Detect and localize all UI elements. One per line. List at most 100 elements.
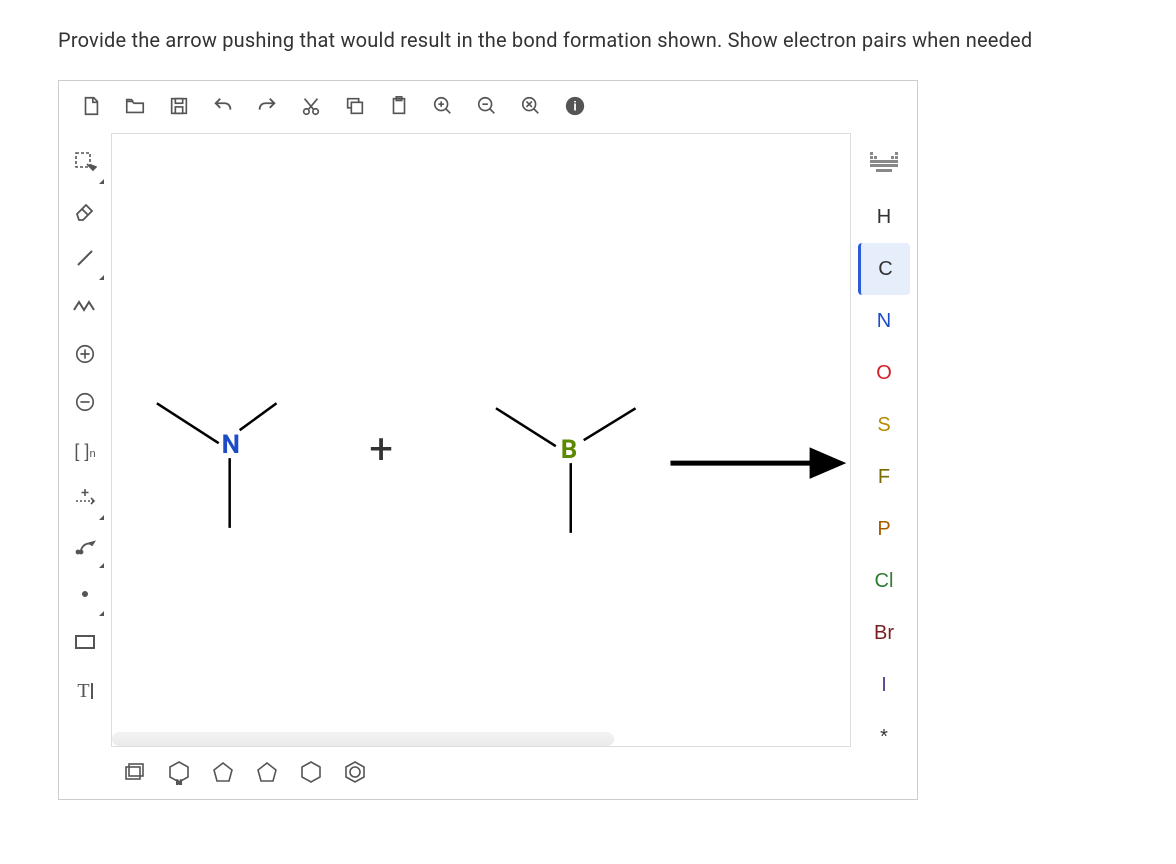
drawing-canvas[interactable]: N + B <box>111 133 851 747</box>
left-toolbar: [ ]n T <box>59 133 111 799</box>
erase-tool-button[interactable] <box>63 187 107 235</box>
plus-symbol: + <box>369 425 393 474</box>
rect-icon <box>74 633 96 654</box>
element-label: N <box>877 310 891 333</box>
element-S-button[interactable]: S <box>858 399 910 451</box>
hexagon-icon <box>299 760 323 787</box>
element-Cl-button[interactable]: Cl <box>858 555 910 607</box>
zoom-out-icon <box>476 95 498 120</box>
cyclopentadiene-template-button[interactable] <box>205 755 241 791</box>
radical-tool-button[interactable] <box>63 571 107 619</box>
element-label: C <box>878 258 892 281</box>
zoom-in-button[interactable] <box>425 89 461 125</box>
circle-plus-icon <box>74 343 96 368</box>
templates-button[interactable] <box>117 755 153 791</box>
copy-button[interactable] <box>337 89 373 125</box>
pentagon-icon <box>255 760 279 787</box>
charge-minus-button[interactable] <box>63 379 107 427</box>
circle-minus-icon <box>74 391 96 416</box>
canvas-svg: N + B <box>112 134 850 747</box>
marquee-icon <box>73 150 97 177</box>
new-doc-icon <box>80 95 102 120</box>
cyclopentadiene-icon <box>211 760 235 787</box>
reaction-plus-button[interactable] <box>63 475 107 523</box>
info-icon: i <box>564 95 586 120</box>
undo-icon <box>212 95 234 120</box>
bracket-tool-button[interactable]: [ ]n <box>63 427 107 475</box>
svg-text:N: N <box>176 779 182 785</box>
element-label: * <box>880 726 888 749</box>
zoom-out-button[interactable] <box>469 89 505 125</box>
benzene-icon <box>343 760 367 787</box>
element-wildcard-button[interactable]: * <box>858 711 910 763</box>
paste-button[interactable] <box>381 89 417 125</box>
bond-tool-button[interactable] <box>63 235 107 283</box>
element-N-button[interactable]: N <box>858 295 910 347</box>
element-label: S <box>877 414 890 437</box>
element-label: I <box>881 674 887 697</box>
periodic-table-icon <box>870 152 898 178</box>
element-I-button[interactable]: I <box>858 659 910 711</box>
benzene-template-button[interactable] <box>337 755 373 791</box>
reaction-arrow <box>670 448 845 478</box>
atom-label-B: B <box>561 435 578 465</box>
radical-icon <box>75 584 95 607</box>
right-toolbar: H C N O S F P Cl Br I * <box>851 133 917 799</box>
cut-icon <box>300 95 322 120</box>
text-icon: T <box>77 680 92 703</box>
zoom-reset-button[interactable] <box>513 89 549 125</box>
charge-plus-button[interactable] <box>63 331 107 379</box>
text-tool-button[interactable]: T <box>63 667 107 715</box>
element-label: Cl <box>875 570 894 593</box>
element-Br-button[interactable]: Br <box>858 607 910 659</box>
element-label: O <box>876 362 892 385</box>
periodic-table-button[interactable] <box>858 139 910 191</box>
element-label: H <box>877 206 891 229</box>
reaction-plus-icon <box>73 486 97 513</box>
atom-label-N: N <box>222 430 240 460</box>
paste-icon <box>388 95 410 120</box>
element-label: F <box>878 466 890 489</box>
info-button[interactable]: i <box>557 89 593 125</box>
molecule-editor: i <box>58 80 918 800</box>
element-H-button[interactable]: H <box>858 191 910 243</box>
cut-button[interactable] <box>293 89 329 125</box>
bottom-toolbar: N <box>111 747 851 799</box>
single-bond-icon <box>73 246 97 273</box>
zoom-reset-icon <box>520 95 542 120</box>
pyridine-icon: N <box>166 759 192 788</box>
reactant-1: N <box>157 403 277 528</box>
redo-button[interactable] <box>249 89 285 125</box>
selection-tool-button[interactable] <box>63 139 107 187</box>
undo-button[interactable] <box>205 89 241 125</box>
arrow-push-tool-button[interactable] <box>63 523 107 571</box>
templates-icon <box>123 761 147 786</box>
reactant-2: B <box>496 408 636 533</box>
save-doc-button[interactable] <box>161 89 197 125</box>
question-prompt: Provide the arrow pushing that would res… <box>58 28 1176 52</box>
pyridine-template-button[interactable]: N <box>161 755 197 791</box>
bracket-n-icon: [ ]n <box>74 441 95 462</box>
hexagon-template-button[interactable] <box>293 755 329 791</box>
element-label: P <box>877 518 890 541</box>
chain-icon <box>72 294 98 321</box>
pentagon-template-button[interactable] <box>249 755 285 791</box>
element-P-button[interactable]: P <box>858 503 910 555</box>
zoom-in-icon <box>432 95 454 120</box>
redo-icon <box>256 95 278 120</box>
element-label: Br <box>874 622 894 645</box>
element-O-button[interactable]: O <box>858 347 910 399</box>
new-doc-button[interactable] <box>73 89 109 125</box>
save-icon <box>168 95 190 120</box>
shape-tool-button[interactable] <box>63 619 107 667</box>
curved-arrow-icon <box>73 534 97 561</box>
element-C-button[interactable]: C <box>858 243 910 295</box>
horizontal-scrollbar[interactable] <box>112 732 614 746</box>
open-folder-icon <box>124 95 146 120</box>
open-doc-button[interactable] <box>117 89 153 125</box>
chain-tool-button[interactable] <box>63 283 107 331</box>
element-F-button[interactable]: F <box>858 451 910 503</box>
top-toolbar: i <box>59 81 917 133</box>
svg-text:i: i <box>573 98 577 113</box>
copy-icon <box>344 95 366 120</box>
